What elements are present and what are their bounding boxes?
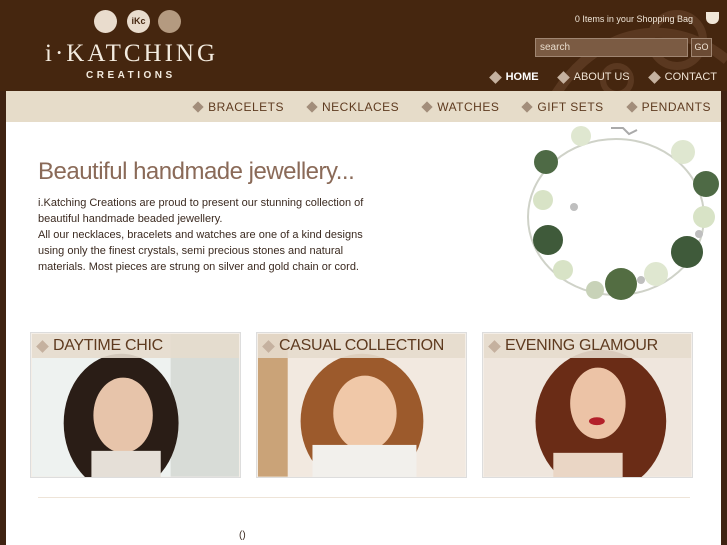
- category-label: BRACELETS: [208, 99, 284, 114]
- category-gift-sets[interactable]: GIFT SETS: [521, 99, 604, 114]
- category-necklaces[interactable]: NECKLACES: [306, 99, 400, 114]
- arrow-icon: [192, 100, 204, 113]
- brand-logo[interactable]: i·KATCHING: [45, 40, 218, 68]
- nav-label: HOME: [505, 71, 539, 83]
- arrow-icon: [262, 339, 275, 353]
- collection-tile-casual-collection[interactable]: CASUAL COLLECTION: [256, 332, 467, 478]
- nav-home[interactable]: HOME: [488, 70, 539, 84]
- arrow-icon: [421, 100, 433, 113]
- logo-dot: [94, 10, 117, 33]
- tile-header: CASUAL COLLECTION: [258, 334, 465, 358]
- tile-title: DAYTIME CHIC: [53, 337, 163, 354]
- collection-tiles: DAYTIME CHIC CASUAL COLLECTION EVENING G…: [30, 332, 693, 478]
- brand-tagline: CREATIONS: [86, 70, 176, 81]
- intro-paragraph: All our necklaces, bracelets and watches…: [38, 229, 363, 273]
- intro-text: i.Katching Creations are proud to presen…: [38, 195, 378, 275]
- arrow-icon: [521, 100, 534, 113]
- search-go-button[interactable]: GO: [691, 38, 712, 57]
- main-content: Beautiful handmade jewellery... i.Katchi…: [6, 122, 721, 545]
- divider: [38, 497, 690, 498]
- search-input[interactable]: [535, 38, 688, 57]
- arrow-icon: [488, 339, 501, 353]
- tile-title: EVENING GLAMOUR: [505, 337, 658, 354]
- collection-tile-evening-glamour[interactable]: EVENING GLAMOUR: [482, 332, 693, 478]
- shopping-bag-link[interactable]: 0 Items in your Shopping Bag: [575, 14, 693, 24]
- tile-header: EVENING GLAMOUR: [484, 334, 691, 358]
- arrow-icon: [647, 70, 661, 84]
- category-pendants[interactable]: PENDANTS: [625, 99, 711, 114]
- nav-label: CONTACT: [664, 71, 717, 83]
- intro-paragraph: i.Katching Creations are proud to presen…: [38, 197, 364, 225]
- category-label: NECKLACES: [321, 99, 400, 114]
- nav-contact[interactable]: CONTACT: [647, 70, 717, 84]
- footer-text: (): [239, 530, 246, 541]
- top-navigation: HOME ABOUT US CONTACT: [488, 70, 717, 84]
- logo-badge: iKc: [127, 10, 150, 33]
- bracelet-image: [527, 126, 719, 300]
- tile-title: CASUAL COLLECTION: [279, 337, 445, 354]
- arrow-icon: [556, 70, 570, 84]
- category-label: PENDANTS: [641, 99, 711, 114]
- site-header: iKc i·KATCHING CREATIONS 0 Items in your…: [0, 0, 727, 91]
- arrow-icon: [306, 100, 318, 113]
- category-bracelets[interactable]: BRACELETS: [192, 99, 284, 114]
- arrow-icon: [36, 339, 49, 353]
- arrow-icon: [625, 100, 638, 113]
- bag-icon[interactable]: [706, 12, 719, 24]
- nav-about-us[interactable]: ABOUT US: [556, 70, 630, 84]
- nav-label: ABOUT US: [573, 71, 630, 83]
- logo-dot: [158, 10, 181, 33]
- arrow-icon: [488, 70, 502, 84]
- category-label: GIFT SETS: [537, 99, 604, 114]
- category-bar: BRACELETS NECKLACES WATCHES GIFT SETS PE…: [6, 91, 721, 122]
- category-label: WATCHES: [437, 99, 500, 114]
- page-heading: Beautiful handmade jewellery...: [38, 158, 355, 185]
- collection-tile-daytime-chic[interactable]: DAYTIME CHIC: [30, 332, 241, 478]
- tile-header: DAYTIME CHIC: [32, 334, 239, 358]
- category-watches[interactable]: WATCHES: [421, 99, 500, 114]
